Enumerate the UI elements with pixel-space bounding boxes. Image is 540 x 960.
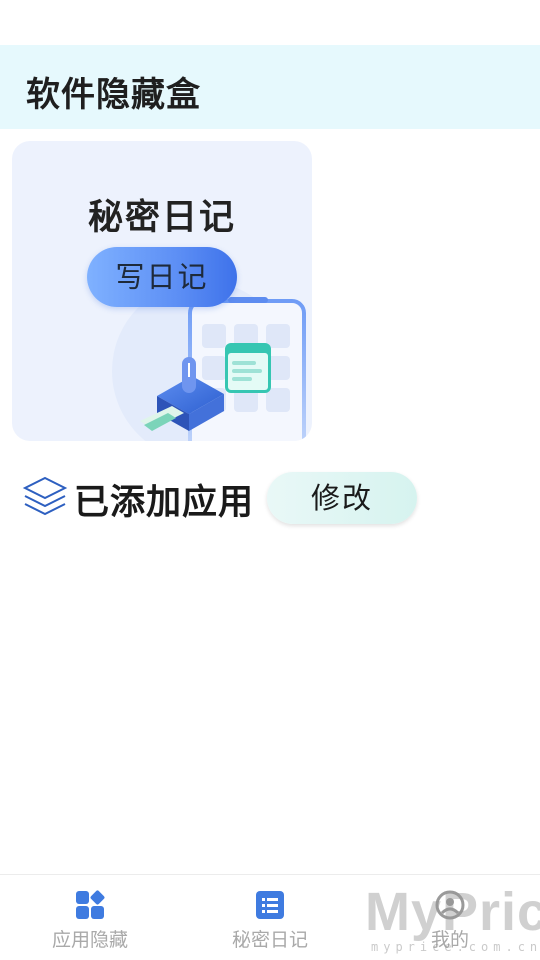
nav-item-app-hide[interactable]: 应用隐藏 — [0, 875, 180, 960]
added-apps-section: 已添加应用 修改 — [22, 470, 442, 530]
page-title: 软件隐藏盒 — [26, 75, 201, 115]
nav-label-secret-diary: 秘密日记 — [231, 929, 308, 951]
phone-speaker — [228, 297, 268, 303]
nav-item-mine[interactable]: 我的 — [360, 875, 540, 960]
header: 软件隐藏盒 — [0, 45, 540, 129]
calendar-card — [225, 343, 271, 393]
nav-label-mine: 我的 — [430, 929, 469, 951]
status-bar — [0, 0, 540, 45]
diary-card-title: 秘密日记 — [87, 198, 236, 238]
list-document-icon — [256, 891, 284, 919]
bottom-nav: 应用隐藏 秘密日记 我的 — [0, 874, 540, 960]
layers-icon — [22, 476, 68, 516]
write-diary-button[interactable]: 写日记 — [87, 247, 237, 307]
profile-icon — [435, 890, 465, 920]
secret-diary-card[interactable]: 秘密日记 写日记 — [12, 141, 312, 441]
apps-grid-icon — [76, 890, 105, 919]
modify-button[interactable]: 修改 — [267, 472, 417, 524]
nav-item-secret-diary[interactable]: 秘密日记 — [180, 875, 360, 960]
screen: 软件隐藏盒 秘密日记 写日记 已添加应用 修改 应用隐藏 秘密日记 我的 MyP… — [0, 0, 540, 960]
added-apps-title: 已添加应用 — [74, 483, 255, 523]
nav-label-app-hide: 应用隐藏 — [51, 929, 128, 951]
